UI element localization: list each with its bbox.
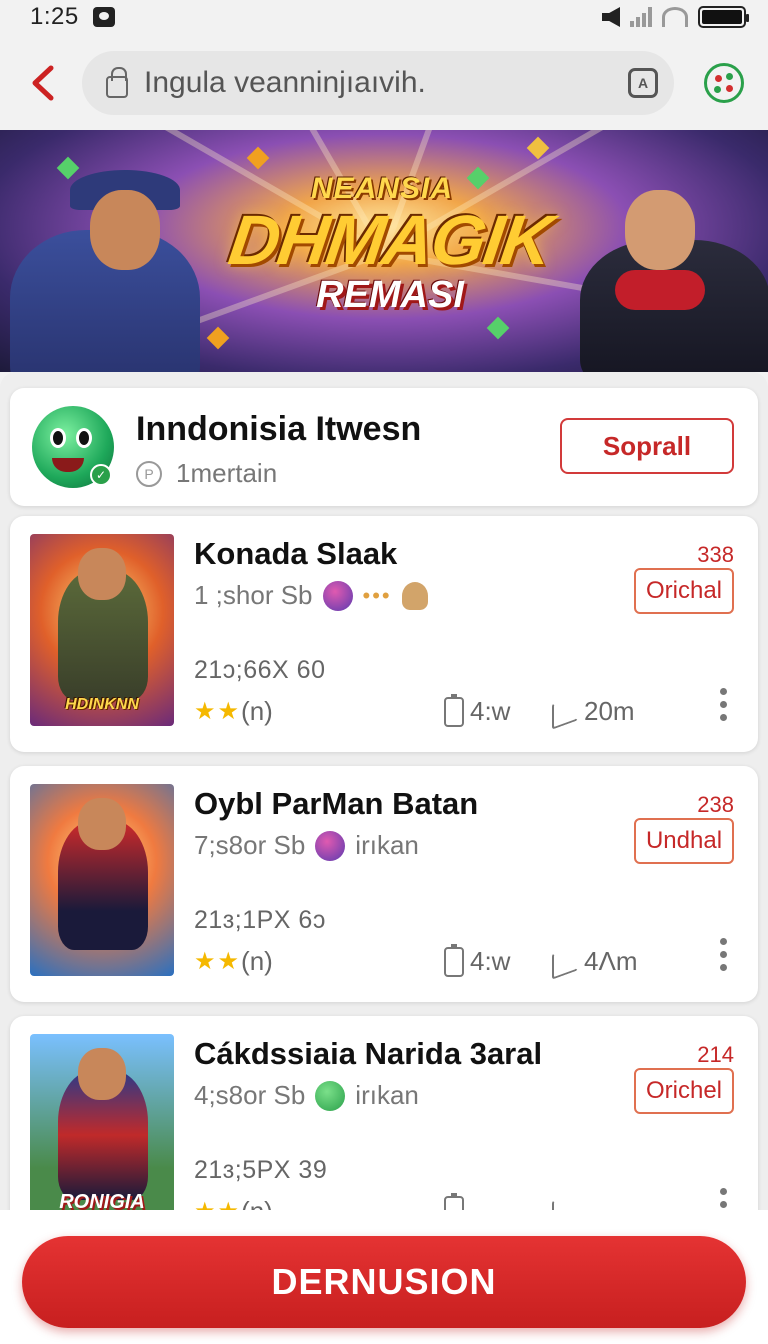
rating: ★ ★ (n) (194, 946, 273, 977)
status-icons (602, 6, 749, 28)
primary-action-button[interactable]: DERNUSION (22, 1236, 746, 1328)
stat-value: 4Λm (584, 946, 638, 976)
developer-card: ✓ Inndonisia Itwesn P 1mertain Soprall (10, 388, 758, 506)
dots-icon: ••• (362, 582, 392, 608)
publisher-icon: P (136, 460, 162, 487)
rating-text: (n) (241, 696, 273, 726)
wifi-icon (662, 7, 688, 27)
game-subtitle-extra: irıkan (355, 830, 419, 860)
lock-icon (106, 67, 128, 98)
game-subtitle-row: 1 ;shor Sb ••• (194, 580, 428, 611)
game-version: 21ɔ;66X 60 (194, 656, 326, 684)
rating-text: (n) (241, 946, 273, 976)
reader-mode-button[interactable]: A (628, 68, 658, 98)
game-action-button[interactable]: Undhal (634, 818, 734, 864)
extension-icon[interactable] (704, 63, 744, 103)
game-card[interactable]: Oybl ParMan Batan 7;s8or Sb irıkan 21ɜ;1… (10, 766, 758, 1002)
developer-meta: P 1mertain (136, 458, 277, 489)
emoji-icon (315, 1080, 346, 1111)
game-number: 214 (697, 1042, 734, 1067)
emoji-icon (322, 580, 353, 611)
rating: ★ ★ (n) (194, 696, 273, 727)
address-bar[interactable]: Ingula veanninjıaıvih. A (82, 51, 674, 115)
game-version: 21ɜ;1PX 6ɔ (194, 906, 326, 934)
url-text: Ingula veanninjıaıvih. (144, 66, 426, 99)
stat-battery: 4:w (444, 943, 511, 977)
stat-battery: 4:w (444, 693, 511, 727)
game-number: 238 (697, 792, 734, 817)
game-title[interactable]: Cákdssiaia Narida 3aral (194, 1036, 542, 1072)
star-icon: ★ (217, 948, 240, 975)
game-subtitle: 1 ;shor Sb (194, 580, 313, 610)
signal-icon (630, 7, 652, 27)
game-thumbnail-label: HDINKNN (65, 696, 139, 713)
stat-value: 20m (584, 696, 635, 726)
game-subtitle-row: 4;s8or Sb irıkan (194, 1080, 419, 1111)
follow-button[interactable]: Soprall (560, 418, 734, 474)
game-thumbnail[interactable] (30, 784, 174, 976)
game-title[interactable]: Konada Slaak (194, 536, 397, 572)
game-subtitle: 7;s8or Sb (194, 830, 306, 860)
game-subtitle-extra: irıkan (355, 1080, 419, 1110)
stat-value: 4:w (470, 946, 511, 976)
emoji-icon (315, 830, 346, 861)
status-time: 1:25 (30, 3, 79, 30)
share-icon (552, 943, 578, 980)
game-action-button[interactable]: Orichel (634, 1068, 734, 1114)
star-icon: ★ (194, 698, 216, 725)
more-options-icon[interactable] (720, 688, 728, 721)
stat-share: 20m (552, 693, 635, 730)
verified-badge-icon: ✓ (90, 464, 112, 486)
star-icon: ★ (217, 698, 240, 725)
game-card[interactable]: HDINKNN Konada Slaak 1 ;shor Sb ••• 21ɔ;… (10, 516, 758, 752)
game-subtitle-row: 7;s8or Sb irıkan (194, 830, 419, 861)
avatar: ✓ (32, 406, 114, 488)
game-subtitle: 4;s8or Sb (194, 1080, 306, 1110)
stat-share: 4Λm (552, 943, 638, 980)
blob-icon (401, 581, 428, 610)
game-number: 338 (697, 542, 734, 567)
notification-icon (92, 7, 115, 27)
banner-subtitle: REMASI (316, 274, 464, 316)
game-action-button[interactable]: Orichal (634, 568, 734, 614)
battery-icon (698, 6, 749, 28)
browser-toolbar: Ingula veanninjıaıvih. A (0, 40, 768, 126)
developer-meta-text: 1mertain (176, 458, 278, 488)
game-version: 21ɜ;5PX 39 (194, 1156, 328, 1184)
banner-title: DHMAGIK (224, 201, 556, 279)
hero-banner[interactable]: NEANSIA DHMAGIK REMASI (0, 130, 768, 372)
chevron-left-icon (32, 65, 54, 101)
game-thumbnail[interactable]: HDINKNN (30, 534, 174, 726)
back-button[interactable] (22, 58, 62, 108)
battery-icon (444, 693, 464, 727)
share-icon (552, 693, 578, 730)
star-icon: ★ (194, 948, 216, 975)
status-bar: 1:25 (0, 0, 768, 34)
stat-value: 4:w (470, 696, 511, 726)
battery-icon (444, 943, 464, 977)
game-title[interactable]: Oybl ParMan Batan (194, 786, 478, 822)
developer-name: Inndonisia Itwesn (136, 410, 422, 448)
more-options-icon[interactable] (720, 938, 728, 971)
game-thumbnail[interactable]: RONIGIA (30, 1034, 174, 1226)
mute-icon (602, 7, 620, 27)
